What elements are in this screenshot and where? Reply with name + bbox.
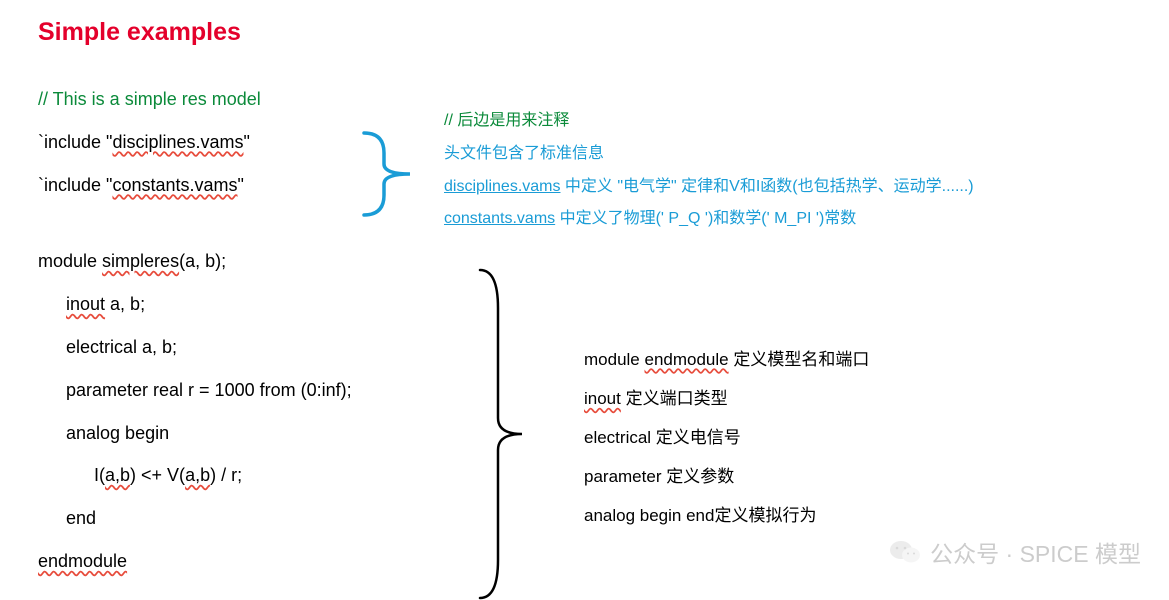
anno-keyword: inout: [584, 389, 621, 408]
anno-keyword: endmodule: [644, 350, 728, 369]
anno-text: module: [584, 350, 644, 369]
code-text: ) / r;: [210, 465, 242, 485]
anno-parameter: parameter 定义参数: [584, 457, 869, 496]
code-ports: a,b: [185, 465, 210, 485]
slide-title: Simple examples: [38, 18, 1131, 47]
anno-constants: constants.vams 中定义了物理(' P_Q ')和数学(' M_PI…: [444, 203, 974, 236]
wechat-icon: [890, 539, 920, 565]
anno-electrical: electrical 定义电信号: [584, 418, 869, 457]
anno-text: 定义模型名和端口: [729, 350, 870, 369]
brace-icon: [478, 268, 526, 600]
code-text: ": [243, 132, 249, 152]
code-text: I(: [94, 465, 105, 485]
code-keyword: module: [38, 251, 102, 271]
anno-inout: inout 定义端口类型: [584, 379, 869, 418]
code-keyword: endmodule: [38, 551, 127, 571]
code-keyword: inout: [66, 294, 105, 314]
code-inout: inout a, b;: [66, 290, 1131, 319]
anno-module-endmodule: module endmodule 定义模型名和端口: [584, 340, 869, 379]
code-filename: disciplines.vams: [112, 132, 243, 152]
anno-text: 中定义 "电气学" 定律和V和I函数(也包括热学、运动学......): [560, 178, 973, 195]
code-text: (a, b);: [179, 251, 226, 271]
watermark-text: 公众号 · SPICE 模型: [930, 535, 1141, 569]
annotation-module: module endmodule 定义模型名和端口 inout 定义端口类型 e…: [584, 340, 869, 535]
code-text: `include ": [38, 175, 112, 195]
anno-disciplines: disciplines.vams 中定义 "电气学" 定律和V和I函数(也包括热…: [444, 171, 974, 204]
code-text: a, b;: [105, 294, 145, 314]
anno-analog: analog begin end定义模拟行为: [584, 496, 869, 535]
code-text: ": [238, 175, 244, 195]
code-text: ) <+ V(: [130, 465, 185, 485]
watermark: 公众号 · SPICE 模型: [890, 535, 1141, 569]
anno-text: 中定义了物理(' P_Q ')和数学(' M_PI ')常数: [555, 210, 856, 227]
annotation-includes: // 后边是用来注释 头文件包含了标准信息 disciplines.vams 中…: [444, 105, 974, 236]
code-ports: a,b: [105, 465, 130, 485]
anno-comment: // 后边是用来注释: [444, 105, 974, 138]
anno-filename: disciplines.vams: [444, 178, 560, 195]
anno-header-info: 头文件包含了标准信息: [444, 138, 974, 171]
code-module-decl: module simpleres(a, b);: [38, 247, 1131, 276]
code-text: `include ": [38, 132, 112, 152]
anno-text: 定义端口类型: [621, 389, 728, 408]
code-filename: constants.vams: [112, 175, 237, 195]
brace-icon: [362, 131, 416, 217]
anno-filename: constants.vams: [444, 210, 555, 227]
code-module-name: simpleres: [102, 251, 179, 271]
